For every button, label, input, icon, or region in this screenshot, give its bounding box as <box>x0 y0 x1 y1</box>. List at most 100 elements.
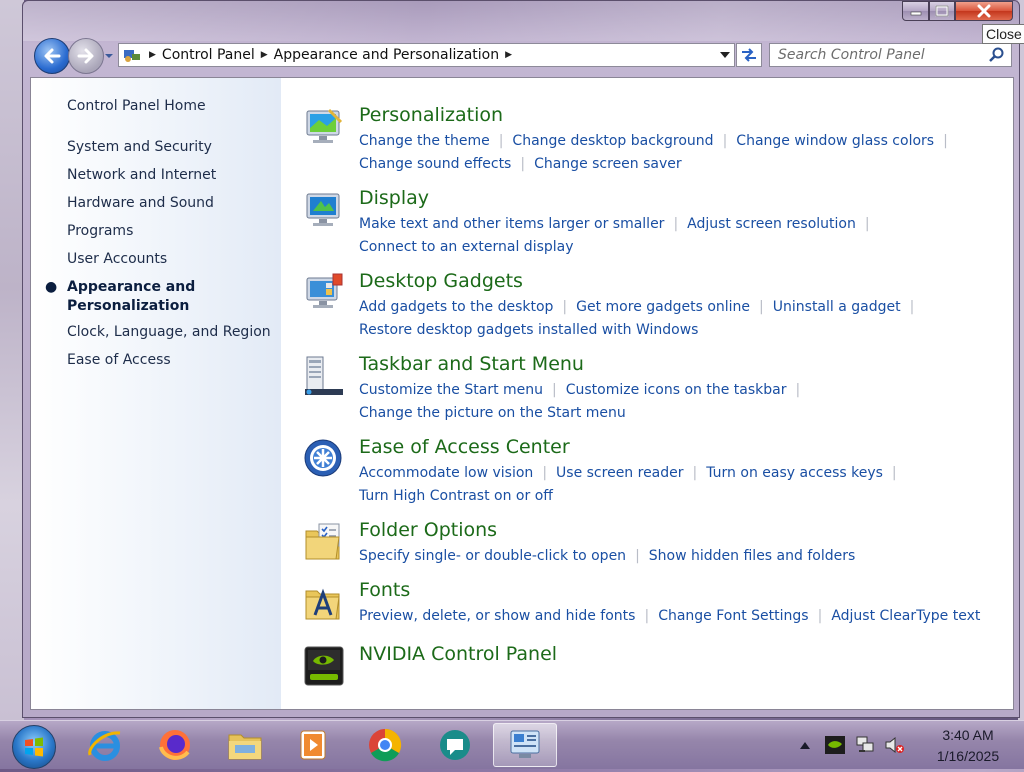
personalization-title[interactable]: Personalization <box>359 104 503 126</box>
desktop-gadgets-links: Add gadgets to the desktop | Get more gadg… <box>359 299 915 338</box>
sidebar-item-network-internet[interactable]: Network and Internet <box>67 166 272 185</box>
sidebar-item-appearance[interactable]: ● Appearance and Personalization <box>45 278 272 316</box>
control-panel-small-icon <box>121 44 143 66</box>
volume-muted-icon[interactable] <box>884 735 906 755</box>
taskbar-chrome[interactable] <box>357 723 413 767</box>
sidebar-item-user-accounts[interactable]: User Accounts <box>67 250 272 269</box>
clock[interactable]: 3:40 AM 1/16/2025 <box>924 725 1012 767</box>
taskbar-media-player[interactable] <box>285 723 341 767</box>
link-turn-on-easy-access-keys[interactable]: Turn on easy access keys <box>706 465 883 481</box>
fonts-title[interactable]: Fonts <box>359 579 410 601</box>
link-adjust-screen-resolution[interactable]: Adjust screen resolution <box>687 216 856 232</box>
breadcrumb-control-panel[interactable]: Control Panel <box>162 47 255 63</box>
breadcrumb-separator[interactable]: ▶ <box>149 50 156 60</box>
link-change-font-settings[interactable]: Change Font Settings <box>658 608 808 624</box>
taskbar-chat-app[interactable] <box>427 723 483 767</box>
taskbar-icon[interactable] <box>303 355 345 397</box>
maximize-icon <box>935 5 949 17</box>
desktop-gadgets-title[interactable]: Desktop Gadgets <box>359 270 523 292</box>
link-restore-gadgets[interactable]: Restore desktop gadgets installed with W… <box>359 322 698 338</box>
minimize-icon <box>910 11 921 16</box>
chat-app-icon <box>440 730 470 760</box>
gadgets-icon[interactable] <box>303 272 345 314</box>
link-connect-external-display[interactable]: Connect to an external display <box>359 239 574 255</box>
link-change-screen-saver[interactable]: Change screen saver <box>534 156 682 172</box>
breadcrumb-appearance[interactable]: Appearance and Personalization <box>274 47 499 63</box>
file-explorer-icon <box>228 734 262 760</box>
search-icon[interactable] <box>989 47 1005 63</box>
search-input[interactable] <box>778 47 983 63</box>
link-customize-taskbar-icons[interactable]: Customize icons on the taskbar <box>566 382 787 398</box>
folder-options-icon[interactable] <box>303 521 345 563</box>
close-button[interactable] <box>955 1 1013 21</box>
back-button[interactable] <box>34 38 70 74</box>
show-hidden-icons-icon[interactable] <box>800 741 810 749</box>
sidebar-item-system-security[interactable]: System and Security <box>67 138 272 157</box>
link-turn-high-contrast[interactable]: Turn High Contrast on or off <box>359 488 553 504</box>
forward-arrow-icon <box>77 48 94 64</box>
taskbar-start-menu-title[interactable]: Taskbar and Start Menu <box>359 353 584 375</box>
folder-options-title[interactable]: Folder Options <box>359 519 497 541</box>
link-show-hidden-files[interactable]: Show hidden files and folders <box>649 548 856 564</box>
breadcrumb-separator[interactable]: ▶ <box>505 50 512 60</box>
link-use-screen-reader[interactable]: Use screen reader <box>556 465 684 481</box>
link-preview-delete-fonts[interactable]: Preview, delete, or show and hide fonts <box>359 608 635 624</box>
sidebar-item-hardware-sound[interactable]: Hardware and Sound <box>67 194 272 213</box>
link-uninstall-gadget[interactable]: Uninstall a gadget <box>773 299 901 315</box>
internet-explorer-icon <box>88 731 121 761</box>
ease-of-access-icon[interactable] <box>303 438 345 480</box>
display-title[interactable]: Display <box>359 187 429 209</box>
minimize-button[interactable] <box>902 1 929 21</box>
start-button[interactable] <box>12 725 56 769</box>
display-icon[interactable] <box>303 189 345 231</box>
clock-time: 3:40 AM <box>942 727 994 743</box>
link-adjust-cleartype[interactable]: Adjust ClearType text <box>831 608 980 624</box>
link-get-more-gadgets[interactable]: Get more gadgets online <box>576 299 750 315</box>
ease-of-access-center-title[interactable]: Ease of Access Center <box>359 436 570 458</box>
refresh-icon <box>742 48 756 62</box>
taskbar-file-explorer[interactable] <box>217 723 273 767</box>
sidebar-item-programs[interactable]: Programs <box>67 222 272 241</box>
link-change-start-menu-picture[interactable]: Change the picture on the Start menu <box>359 405 626 421</box>
sidebar: Control Panel Home System and Security N… <box>31 78 281 709</box>
sidebar-control-panel-home[interactable]: Control Panel Home <box>67 98 206 114</box>
search-box <box>769 43 1012 67</box>
sidebar-item-ease-of-access[interactable]: Ease of Access <box>67 351 272 370</box>
chevron-down-icon <box>720 52 730 58</box>
personalization-icon[interactable] <box>303 106 345 148</box>
address-dropdown-button[interactable] <box>718 47 732 63</box>
forward-button[interactable] <box>68 38 104 74</box>
clock-date: 1/16/2025 <box>936 748 1000 764</box>
link-change-theme[interactable]: Change the theme <box>359 133 490 149</box>
taskbar-internet-explorer[interactable] <box>77 723 133 767</box>
recent-pages-chevron-icon[interactable] <box>103 50 115 62</box>
fonts-icon[interactable] <box>303 581 345 623</box>
folder-options-links: Specify single- or double-click to open |… <box>359 548 856 564</box>
refresh-button[interactable] <box>736 43 762 67</box>
link-change-desktop-background[interactable]: Change desktop background <box>512 133 713 149</box>
taskbar: 3:40 AM 1/16/2025 <box>0 720 1024 769</box>
link-add-gadgets[interactable]: Add gadgets to the desktop <box>359 299 553 315</box>
nvidia-tray-icon[interactable] <box>824 735 846 755</box>
taskbar-start-menu-links: Customize the Start menu | Customize icons… <box>359 382 801 421</box>
breadcrumb-separator[interactable]: ▶ <box>261 50 268 60</box>
sidebar-list: System and Security Network and Internet… <box>45 138 272 379</box>
network-icon[interactable] <box>854 735 876 755</box>
link-single-double-click[interactable]: Specify single- or double-click to open <box>359 548 626 564</box>
taskbar-control-panel[interactable] <box>493 723 557 767</box>
link-customize-start-menu[interactable]: Customize the Start menu <box>359 382 543 398</box>
sidebar-item-clock-language[interactable]: Clock, Language, and Region <box>67 323 272 342</box>
caption-buttons <box>902 1 1013 21</box>
control-panel-icon <box>510 730 540 758</box>
link-change-sound-effects[interactable]: Change sound effects <box>359 156 511 172</box>
link-change-window-glass-colors[interactable]: Change window glass colors <box>736 133 934 149</box>
sidebar-item-label: Appearance and Personalization <box>67 279 196 314</box>
nvidia-icon[interactable] <box>303 645 345 687</box>
close-tooltip: Close <box>982 24 1024 44</box>
address-bar[interactable]: ▶ Control Panel ▶ Appearance and Persona… <box>118 43 735 67</box>
link-accommodate-low-vision[interactable]: Accommodate low vision <box>359 465 533 481</box>
nvidia-control-panel-title[interactable]: NVIDIA Control Panel <box>359 643 557 665</box>
link-make-text-larger[interactable]: Make text and other items larger or smal… <box>359 216 664 232</box>
maximize-button[interactable] <box>929 1 955 21</box>
taskbar-firefox[interactable] <box>147 723 203 767</box>
